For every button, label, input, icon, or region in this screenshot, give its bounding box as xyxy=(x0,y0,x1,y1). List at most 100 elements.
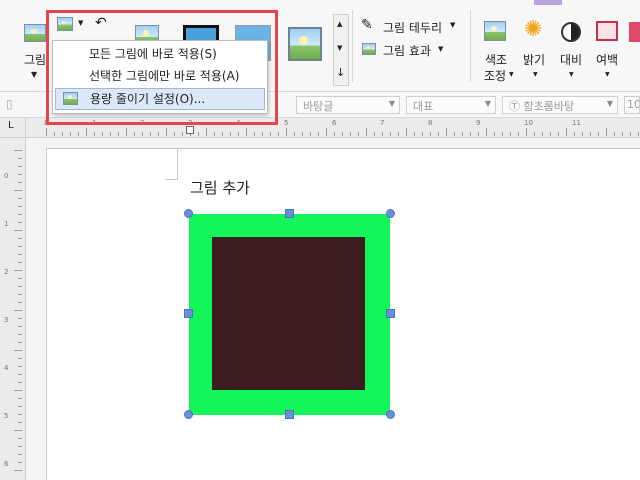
tab-stop-icon: L xyxy=(8,120,14,131)
vertical-ruler[interactable]: 0 1 2 3 4 5 6 xyxy=(0,138,26,480)
extra-tool-icon[interactable] xyxy=(629,22,640,42)
chevron-down-icon[interactable]: ▼ xyxy=(31,70,37,79)
ruler-tick xyxy=(18,326,22,327)
chevron-down-icon: ▼ xyxy=(606,99,613,108)
resize-handle-left[interactable] xyxy=(184,309,193,318)
resize-handle-top[interactable] xyxy=(285,209,294,218)
contrast-icon[interactable] xyxy=(561,22,581,42)
ruler-tick xyxy=(174,132,175,136)
picture-border-arrow-icon[interactable]: ▼ xyxy=(450,21,455,29)
ruler-tick xyxy=(550,132,551,136)
font-combo[interactable]: Ⓣ 함초롬바탕 ▼ xyxy=(502,96,618,114)
ruler-tick xyxy=(14,150,22,151)
font-size-combo[interactable]: 10 xyxy=(624,96,640,114)
ruler-tick xyxy=(478,132,479,136)
margin-button[interactable]: 여백 xyxy=(596,51,618,68)
gallery-scroll-up-icon[interactable]: ▲ xyxy=(337,20,342,28)
ruler-tick xyxy=(222,132,223,136)
resize-handle-bottom-left[interactable] xyxy=(184,410,193,419)
gallery-scroll-down-icon[interactable]: ▼ xyxy=(337,44,342,52)
ruler-tick xyxy=(62,132,63,136)
picture-effect-button[interactable]: 그림 효과 xyxy=(383,42,431,59)
ruler-tick xyxy=(18,334,22,335)
ruler-tick xyxy=(18,286,22,287)
brightness-icon[interactable]: ✺ xyxy=(524,17,542,42)
brightness-button[interactable]: 밝기 xyxy=(523,51,545,68)
ruler-tick xyxy=(18,222,22,223)
picture-label[interactable]: 그림 xyxy=(24,51,46,68)
ruler-tick xyxy=(502,132,503,136)
ruler-tick xyxy=(18,438,22,439)
ruler-tick xyxy=(310,132,311,136)
brightness-arrow-icon[interactable]: ▼ xyxy=(533,71,538,78)
ruler-tick xyxy=(198,132,199,136)
ruler-tick xyxy=(18,422,22,423)
ruler-tick xyxy=(334,132,335,136)
contrast-button[interactable]: 대비 xyxy=(560,51,582,68)
ruler-tick xyxy=(18,166,22,167)
picture-effect-icon[interactable] xyxy=(362,43,376,55)
color-adjust-icon[interactable] xyxy=(484,21,506,41)
ruler-tick xyxy=(278,132,279,136)
ruler-tick xyxy=(526,128,527,136)
ruler-number: 2 xyxy=(4,268,9,276)
font-icon: Ⓣ xyxy=(509,100,524,113)
color-adjust-label-2[interactable]: 조정 xyxy=(484,67,506,84)
picture-style-gallery-icon[interactable] xyxy=(288,27,322,61)
insert-picture-icon[interactable] xyxy=(24,24,46,42)
ruler-tick xyxy=(230,132,231,136)
resize-handle-top-right[interactable] xyxy=(386,209,395,218)
style-combo[interactable]: 바탕글 ▼ xyxy=(296,96,400,114)
ruler-tick xyxy=(438,132,439,136)
ruler-tick xyxy=(454,132,455,136)
ruler-tick xyxy=(582,132,583,136)
resize-handle-bottom[interactable] xyxy=(285,410,294,419)
ruler-tick xyxy=(166,128,167,136)
picture-border-button[interactable]: 그림 테두리 xyxy=(383,19,442,36)
ruler-tick xyxy=(398,132,399,136)
ruler-tick xyxy=(18,358,22,359)
paragraph-icon[interactable]: ▯ xyxy=(6,97,13,111)
picture-effect-arrow-icon[interactable]: ▼ xyxy=(438,45,443,53)
resize-handle-right[interactable] xyxy=(386,309,395,318)
ruler-number: 4 xyxy=(4,364,9,372)
ruler-tick xyxy=(14,270,22,271)
resize-handle-top-left[interactable] xyxy=(184,209,193,218)
ruler-tick xyxy=(534,132,535,136)
ribbon-separator xyxy=(470,10,471,82)
ruler-tick xyxy=(262,132,263,136)
color-adjust-arrow-icon[interactable]: ▼ xyxy=(509,71,514,78)
outline-combo[interactable]: 대표 ▼ xyxy=(406,96,496,114)
ruler-tick xyxy=(574,132,575,136)
ruler-tick xyxy=(518,132,519,136)
style-value: 바탕글 xyxy=(303,100,334,113)
ruler-tick xyxy=(590,132,591,136)
margin-arrow-icon[interactable]: ▼ xyxy=(605,71,610,78)
resize-handle-bottom-right[interactable] xyxy=(386,410,395,419)
margin-guide xyxy=(165,179,178,180)
gallery-expand-icon[interactable]: ↓ xyxy=(336,66,345,79)
ruler-tick xyxy=(46,128,47,136)
ruler-tick xyxy=(606,128,607,136)
ruler-tick xyxy=(294,132,295,136)
ruler-tick xyxy=(14,190,22,191)
ruler-corner[interactable]: L xyxy=(0,118,26,138)
ruler-tick xyxy=(150,132,151,136)
margin-icon[interactable] xyxy=(596,21,618,41)
document-page[interactable]: 그림 추가 xyxy=(46,148,640,480)
ruler-tick xyxy=(18,462,22,463)
ruler-tick xyxy=(318,132,319,136)
ruler-tick xyxy=(638,132,639,136)
document-heading[interactable]: 그림 추가 xyxy=(190,177,250,198)
ruler-tick xyxy=(18,198,22,199)
contrast-arrow-icon[interactable]: ▼ xyxy=(569,71,574,78)
color-adjust-label-1[interactable]: 색조 xyxy=(485,51,507,68)
indent-marker-icon[interactable] xyxy=(186,126,194,134)
ruler-tick xyxy=(158,132,159,136)
ruler-tick xyxy=(18,214,22,215)
ruler-tick xyxy=(18,238,22,239)
picture-border-icon[interactable]: ✎ xyxy=(361,17,373,33)
ruler-number: 7 xyxy=(380,119,385,127)
ruler-tick xyxy=(406,128,407,136)
ruler-tick xyxy=(486,128,487,136)
